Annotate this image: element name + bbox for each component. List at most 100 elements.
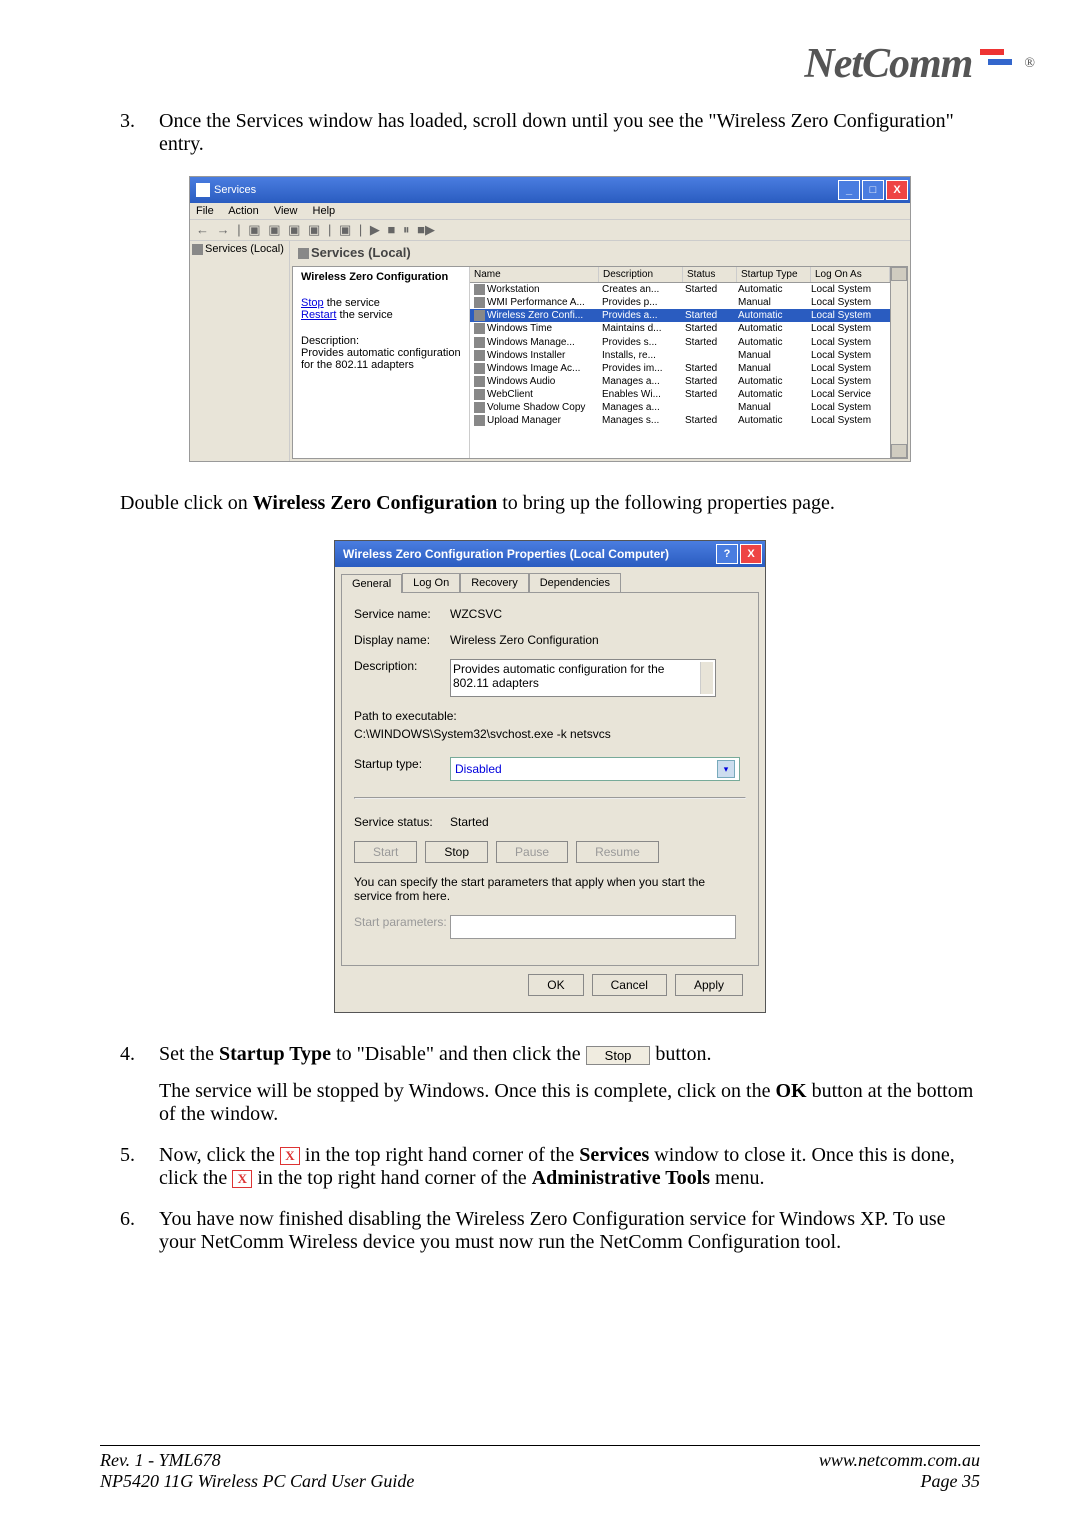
chevron-down-icon[interactable]: ▾: [717, 760, 735, 778]
resume-button[interactable]: Resume: [576, 841, 659, 863]
tool-icon[interactable]: ▣: [268, 222, 280, 237]
tool-icon[interactable]: ▣: [248, 222, 260, 237]
table-row[interactable]: Windows InstallerInstalls, re...ManualLo…: [470, 349, 890, 362]
fwd-icon[interactable]: →: [217, 222, 230, 237]
table-row[interactable]: Windows TimeMaintains d...StartedAutomat…: [470, 322, 890, 335]
footer-rev: Rev. 1 - YML678: [100, 1450, 414, 1471]
menu-help[interactable]: Help: [313, 205, 336, 217]
tab-logon[interactable]: Log On: [402, 573, 460, 592]
col-name[interactable]: Name: [470, 267, 599, 282]
ok-button[interactable]: OK: [528, 974, 583, 996]
menu-view[interactable]: View: [274, 205, 298, 217]
tool-icon[interactable]: ▣: [308, 222, 320, 237]
start-button[interactable]: Start: [354, 841, 417, 863]
tab-general[interactable]: General: [341, 574, 402, 593]
scrollbar[interactable]: [890, 267, 907, 458]
service-detail-panel: Wireless Zero Configuration Stop the ser…: [293, 267, 470, 458]
services-header: Services (Local): [311, 245, 411, 260]
play-icon[interactable]: ▶: [370, 222, 380, 237]
cancel-button[interactable]: Cancel: [592, 974, 667, 996]
col-status[interactable]: Status: [683, 267, 737, 282]
logo-bars-icon: [980, 49, 1020, 79]
restart-link[interactable]: Restart: [301, 309, 336, 321]
tool-icon[interactable]: ▣: [288, 222, 300, 237]
col-startup[interactable]: Startup Type: [737, 267, 811, 282]
pause-icon[interactable]: ⏸: [403, 222, 410, 237]
params-note: You can specify the start parameters tha…: [354, 875, 746, 903]
table-row[interactable]: Windows Manage...Provides s...StartedAut…: [470, 336, 890, 349]
startup-dropdown[interactable]: Disabled▾: [450, 757, 740, 781]
selected-service-name: Wireless Zero Configuration: [301, 271, 461, 283]
table-row[interactable]: Upload ManagerManages s...StartedAutomat…: [470, 414, 890, 427]
table-row[interactable]: WorkstationCreates an...StartedAutomatic…: [470, 283, 890, 296]
inline-stop-button: Stop: [586, 1046, 651, 1065]
list-text: You have now finished disabling the Wire…: [159, 1208, 979, 1254]
mid-text-bold: Wireless Zero Configuration: [253, 492, 497, 514]
stop-button[interactable]: Stop: [425, 841, 488, 863]
apply-button[interactable]: Apply: [675, 974, 743, 996]
help-button[interactable]: ?: [716, 544, 738, 564]
tab-dependencies[interactable]: Dependencies: [529, 573, 621, 592]
list-number: 3.: [120, 110, 154, 133]
table-row[interactable]: WebClientEnables Wi...StartedAutomaticLo…: [470, 388, 890, 401]
close-x-icon: X: [280, 1147, 300, 1165]
params-label: Start parameters:: [354, 915, 450, 929]
params-input[interactable]: [450, 915, 736, 939]
list-number: 5.: [120, 1144, 154, 1167]
desc-label: Description:: [354, 659, 450, 673]
registered-icon: ®: [1024, 56, 1035, 72]
logo: NetComm ®: [804, 40, 1035, 88]
footer-url: www.netcomm.com.au: [819, 1450, 980, 1471]
page-footer: Rev. 1 - YML678 NP5420 11G Wireless PC C…: [100, 1445, 980, 1492]
svc-name-value: WZCSVC: [450, 607, 746, 621]
table-row[interactable]: Volume Shadow CopyManages a...ManualLoca…: [470, 401, 890, 414]
services-icon: [196, 183, 210, 197]
mid-text: Double click on: [120, 492, 253, 514]
gear-icon: [298, 248, 309, 259]
services-window: Services _ □ X File Action View Help ← →…: [189, 176, 911, 462]
logo-text: NetComm: [804, 40, 972, 88]
svc-name-label: Service name:: [354, 607, 450, 621]
list-number: 6.: [120, 1208, 154, 1231]
services-titlebar: Services _ □ X: [190, 177, 910, 203]
close-x-icon: X: [232, 1170, 252, 1188]
services-table: Name Description Status Startup Type Log…: [470, 267, 890, 458]
stop-link[interactable]: Stop: [301, 297, 324, 309]
display-name-value: Wireless Zero Configuration: [450, 633, 746, 647]
tool-icon[interactable]: ▣: [339, 222, 351, 237]
pause-button[interactable]: Pause: [496, 841, 568, 863]
table-row[interactable]: Windows Image Ac...Provides im...Started…: [470, 362, 890, 375]
mid-text: to bring up the following properties pag…: [497, 492, 835, 514]
stop-icon[interactable]: ■: [388, 222, 396, 237]
restart-icon[interactable]: ■▶: [417, 222, 435, 237]
col-logon[interactable]: Log On As: [811, 267, 890, 282]
close-button[interactable]: X: [886, 180, 908, 200]
desc-heading: Description:: [301, 335, 461, 347]
menu-action[interactable]: Action: [228, 205, 259, 217]
toolbar: ← → | ▣ ▣ ▣ ▣ | ▣ | ▶ ■ ⏸ ■▶: [190, 219, 910, 241]
props-title: Wireless Zero Configuration Properties (…: [343, 547, 669, 561]
services-title: Services: [214, 184, 256, 196]
col-desc[interactable]: Description: [599, 267, 683, 282]
table-row[interactable]: WMI Performance A...Provides p...ManualL…: [470, 296, 890, 309]
menubar: File Action View Help: [190, 203, 910, 219]
list-number: 4.: [120, 1043, 154, 1066]
menu-file[interactable]: File: [196, 205, 214, 217]
table-row[interactable]: Wireless Zero Confi...Provides a...Start…: [470, 309, 890, 322]
tab-recovery[interactable]: Recovery: [460, 573, 528, 592]
services-tree[interactable]: Services (Local): [190, 241, 290, 461]
startup-label: Startup type:: [354, 757, 450, 771]
status-label: Service status:: [354, 815, 450, 829]
display-name-label: Display name:: [354, 633, 450, 647]
maximize-button[interactable]: □: [862, 180, 884, 200]
minimize-button[interactable]: _: [838, 180, 860, 200]
properties-dialog: Wireless Zero Configuration Properties (…: [334, 540, 766, 1013]
table-row[interactable]: Windows AudioManages a...StartedAutomati…: [470, 375, 890, 388]
path-label: Path to executable:: [354, 709, 746, 723]
back-icon[interactable]: ←: [196, 222, 209, 237]
footer-page: Page 35: [819, 1471, 980, 1492]
desc-textarea[interactable]: Provides automatic configuration for the…: [450, 659, 716, 697]
footer-title: NP5420 11G Wireless PC Card User Guide: [100, 1471, 414, 1492]
status-value: Started: [450, 815, 746, 829]
close-button[interactable]: X: [740, 544, 762, 564]
